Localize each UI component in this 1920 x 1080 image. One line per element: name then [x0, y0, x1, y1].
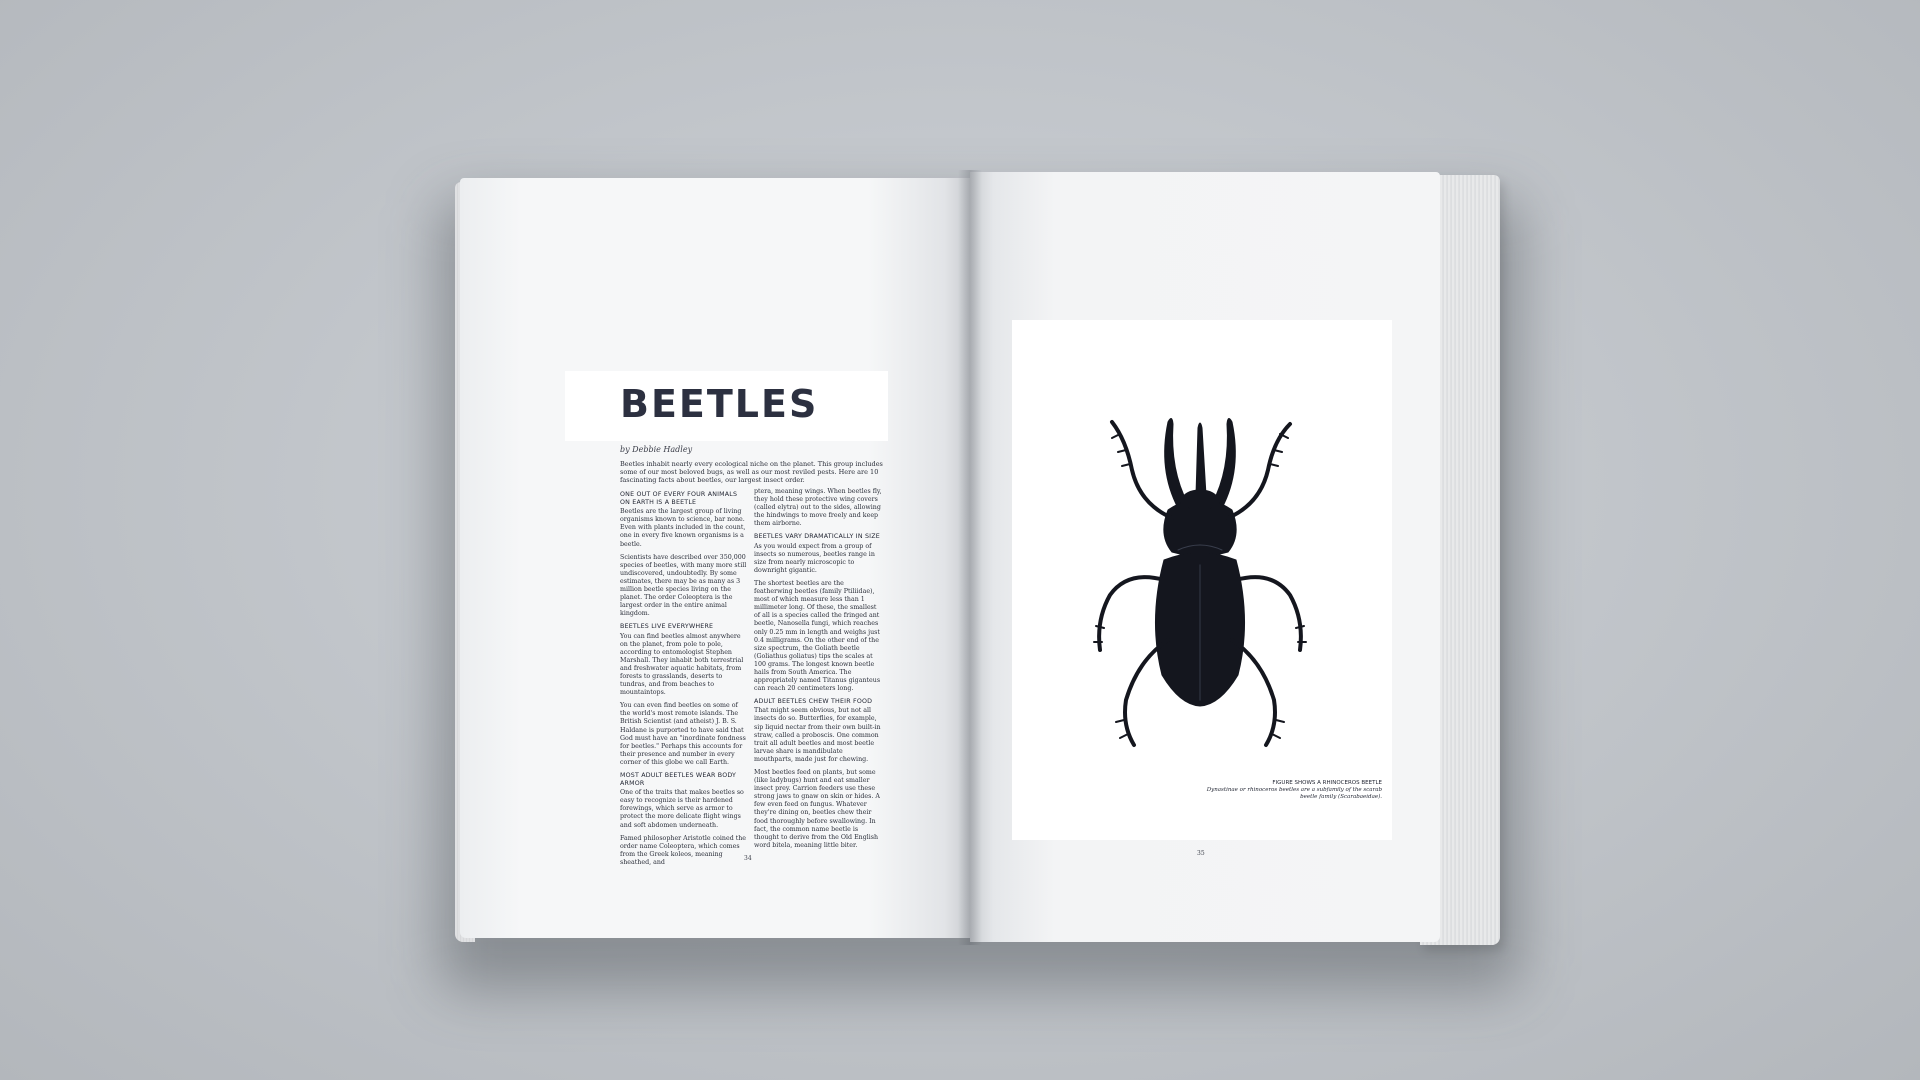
paragraph: Famed philosopher Aristotle coined the o… [620, 834, 747, 866]
paragraph: You can find beetles almost anywhere on … [620, 632, 744, 697]
caption-body: Dynastinae or rhinoceros beetles are a s… [1206, 787, 1382, 800]
rhinoceros-beetle-illustration [1093, 418, 1307, 747]
article-byline: by Debbie Hadley [620, 445, 693, 454]
paragraph: Beetles are the largest group of living … [620, 508, 746, 548]
paragraph: One of the traits that makes beetles so … [620, 789, 744, 829]
caption-heading: FIGURE SHOWS A RHINOCEROS BEETLE [1272, 780, 1382, 786]
paragraph: ptera, meaning wings. When beetles fly, … [754, 488, 882, 528]
article-title: BEETLES [620, 382, 819, 426]
section-heading: BEETLES VARY DRAMATICALLY IN SIZE [754, 533, 880, 541]
paragraph: That might seem obvious, but not all ins… [754, 707, 881, 763]
figure-caption: FIGURE SHOWS A RHINOCEROS BEETLE Dynasti… [1190, 780, 1382, 801]
book-gutter [958, 170, 982, 945]
article-intro: Beetles inhabit nearly every ecological … [620, 460, 883, 485]
section-heading: BEETLES LIVE EVERYWHERE [620, 623, 714, 631]
paragraph: Most beetles feed on plants, but some (l… [754, 769, 880, 849]
paragraph: As you would expect from a group of inse… [754, 542, 875, 574]
magazine-mockup-scene: BEETLES by Debbie Hadley Beetles inhabit… [0, 0, 1920, 1080]
section-heading: ONE OUT OF EVERY FOUR ANIMALS ON EARTH I… [620, 491, 738, 507]
page-number-right: 35 [1197, 850, 1205, 857]
section-heading: MOST ADULT BEETLES WEAR BODY ARMOR [620, 772, 737, 788]
page-number-left: 34 [744, 855, 752, 862]
paragraph: You can even find beetles on some of the… [620, 702, 746, 766]
text-column-right: ptera, meaning wings. When beetles fly, … [754, 488, 882, 855]
paragraph: The shortest beetles are the featherwing… [754, 579, 881, 693]
text-column-left: ONE OUT OF EVERY FOUR ANIMALS ON EARTH I… [620, 488, 748, 872]
paragraph: Scientists have described over 350,000 s… [620, 553, 747, 618]
section-heading: ADULT BEETLES CHEW THEIR FOOD [754, 698, 873, 706]
